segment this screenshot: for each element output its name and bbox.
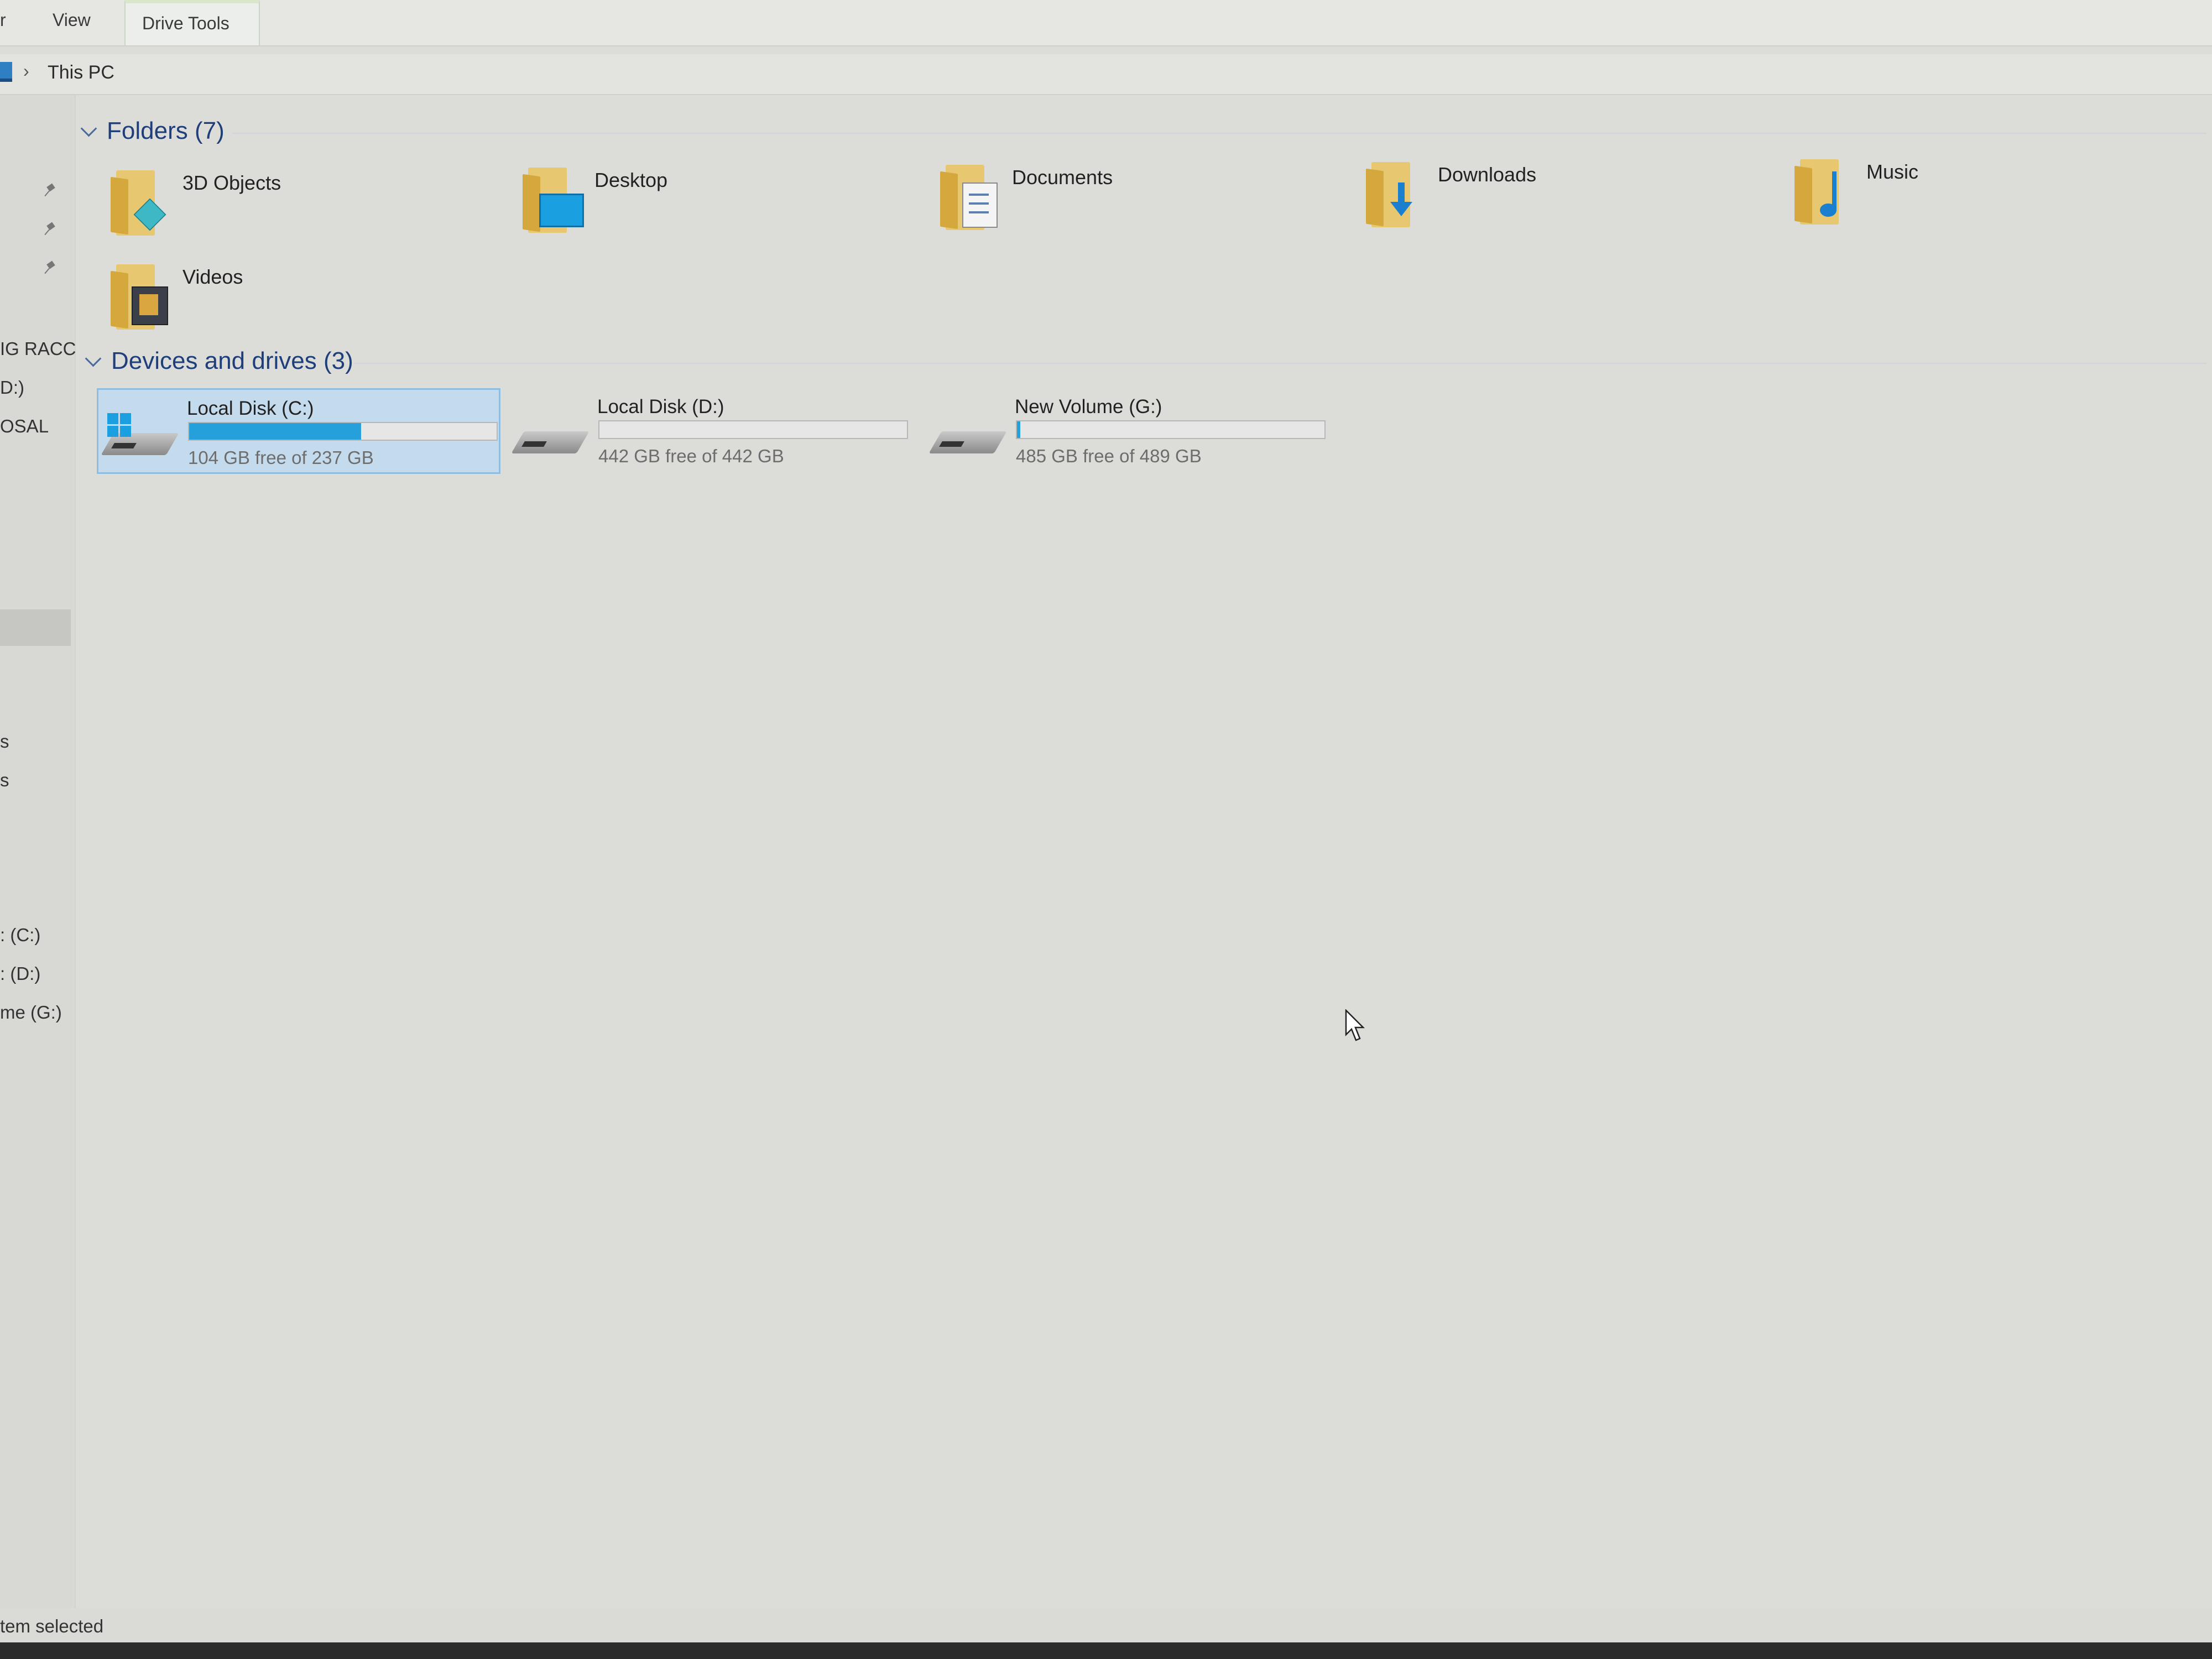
nav-item-new-volume-g[interactable]: me (G:)	[0, 1002, 62, 1023]
folder-documents[interactable]: Documents	[940, 160, 1327, 249]
nav-item-selected[interactable]	[0, 609, 71, 646]
videos-folder-icon	[111, 260, 171, 330]
folder-desktop[interactable]: Desktop	[523, 163, 910, 252]
hard-drive-icon	[928, 431, 1007, 456]
drive-usage-fill	[189, 423, 362, 440]
folder-label: Desktop	[594, 169, 668, 191]
nav-item-s2[interactable]: s	[0, 770, 9, 791]
mouse-cursor-icon	[1345, 1009, 1365, 1041]
folder-label: Documents	[1012, 166, 1113, 189]
music-folder-icon	[1794, 155, 1855, 225]
breadcrumb-chevron-icon[interactable]: ›	[23, 61, 29, 81]
drive-usage-fill	[1017, 421, 1020, 438]
folders-group-header[interactable]: Folders (7)	[80, 117, 225, 145]
drive-name: Local Disk (D:)	[597, 396, 724, 418]
this-pc-icon	[0, 62, 12, 82]
documents-folder-icon	[940, 160, 1001, 230]
tab-partial[interactable]: r	[0, 10, 6, 30]
ribbon: r View Drive Tools	[0, 0, 2212, 46]
folder-label: 3D Objects	[182, 171, 281, 194]
drive-free-space: 442 GB free of 442 GB	[598, 446, 784, 466]
drive-free-space: 485 GB free of 489 GB	[1016, 446, 1202, 466]
pin-icon[interactable]	[45, 261, 58, 273]
desktop-folder-icon	[523, 163, 584, 233]
tab-drive-tools-label: Drive Tools	[142, 13, 229, 33]
nav-item-drive-d[interactable]: D:)	[0, 377, 24, 398]
pin-icon[interactable]	[45, 184, 58, 196]
drive-name: New Volume (G:)	[1015, 396, 1162, 418]
folders-divider	[232, 133, 2206, 134]
pin-icon[interactable]	[45, 222, 58, 234]
hard-drive-icon	[511, 431, 589, 456]
drive-local-disk-c[interactable]: Local Disk (C:) 104 GB free of 237 GB	[97, 388, 500, 474]
navigation-pane: IG RACC D:) OSAL s s : (C:) : (D:) me (G…	[0, 95, 76, 1621]
drives-divider	[354, 363, 2206, 364]
drive-usage-bar	[598, 420, 908, 439]
folder-videos[interactable]: Videos	[111, 260, 498, 348]
nav-item-local-disk-d[interactable]: : (D:)	[0, 963, 40, 984]
nav-item-local-disk-c[interactable]: : (C:)	[0, 925, 40, 946]
taskbar	[0, 1642, 2212, 1659]
folder-label: Videos	[182, 265, 243, 288]
folder-label: Downloads	[1438, 163, 1537, 186]
drive-new-volume-g[interactable]: New Volume (G:) 485 GB free of 489 GB	[926, 388, 1330, 474]
drives-group-title: Devices and drives (3)	[111, 347, 353, 374]
downloads-folder-icon	[1366, 158, 1427, 227]
drive-name: Local Disk (C:)	[187, 398, 314, 419]
folder-label: Music	[1866, 160, 1919, 183]
3d-objects-folder-icon	[111, 166, 171, 236]
nav-item-s1[interactable]: s	[0, 731, 9, 752]
drive-free-space: 104 GB free of 237 GB	[188, 447, 374, 468]
folder-music[interactable]: Music	[1794, 155, 2182, 243]
folders-group-title: Folders (7)	[107, 117, 225, 144]
folder-downloads[interactable]: Downloads	[1366, 158, 1753, 246]
drive-usage-bar	[1016, 420, 1326, 439]
drive-usage-bar	[188, 422, 498, 441]
nav-item-drive[interactable]: IG RACC	[0, 338, 76, 359]
tab-drive-tools[interactable]: Drive Tools	[124, 0, 260, 45]
chevron-down-icon[interactable]	[80, 120, 97, 137]
status-bar: tem selected	[0, 1608, 2212, 1642]
drive-local-disk-d[interactable]: Local Disk (D:) 442 GB free of 442 GB	[509, 388, 912, 474]
drives-group-header[interactable]: Devices and drives (3)	[85, 347, 353, 375]
status-selection-text: tem selected	[0, 1616, 104, 1636]
nav-item-osal[interactable]: OSAL	[0, 416, 49, 437]
folder-3d-objects[interactable]: 3D Objects	[111, 166, 498, 254]
address-bar[interactable]: › This PC	[0, 54, 2212, 95]
breadcrumb-this-pc[interactable]: This PC	[48, 62, 114, 84]
tab-view[interactable]: View	[53, 10, 91, 30]
chevron-down-icon[interactable]	[85, 350, 102, 367]
windows-logo-icon	[107, 413, 132, 437]
